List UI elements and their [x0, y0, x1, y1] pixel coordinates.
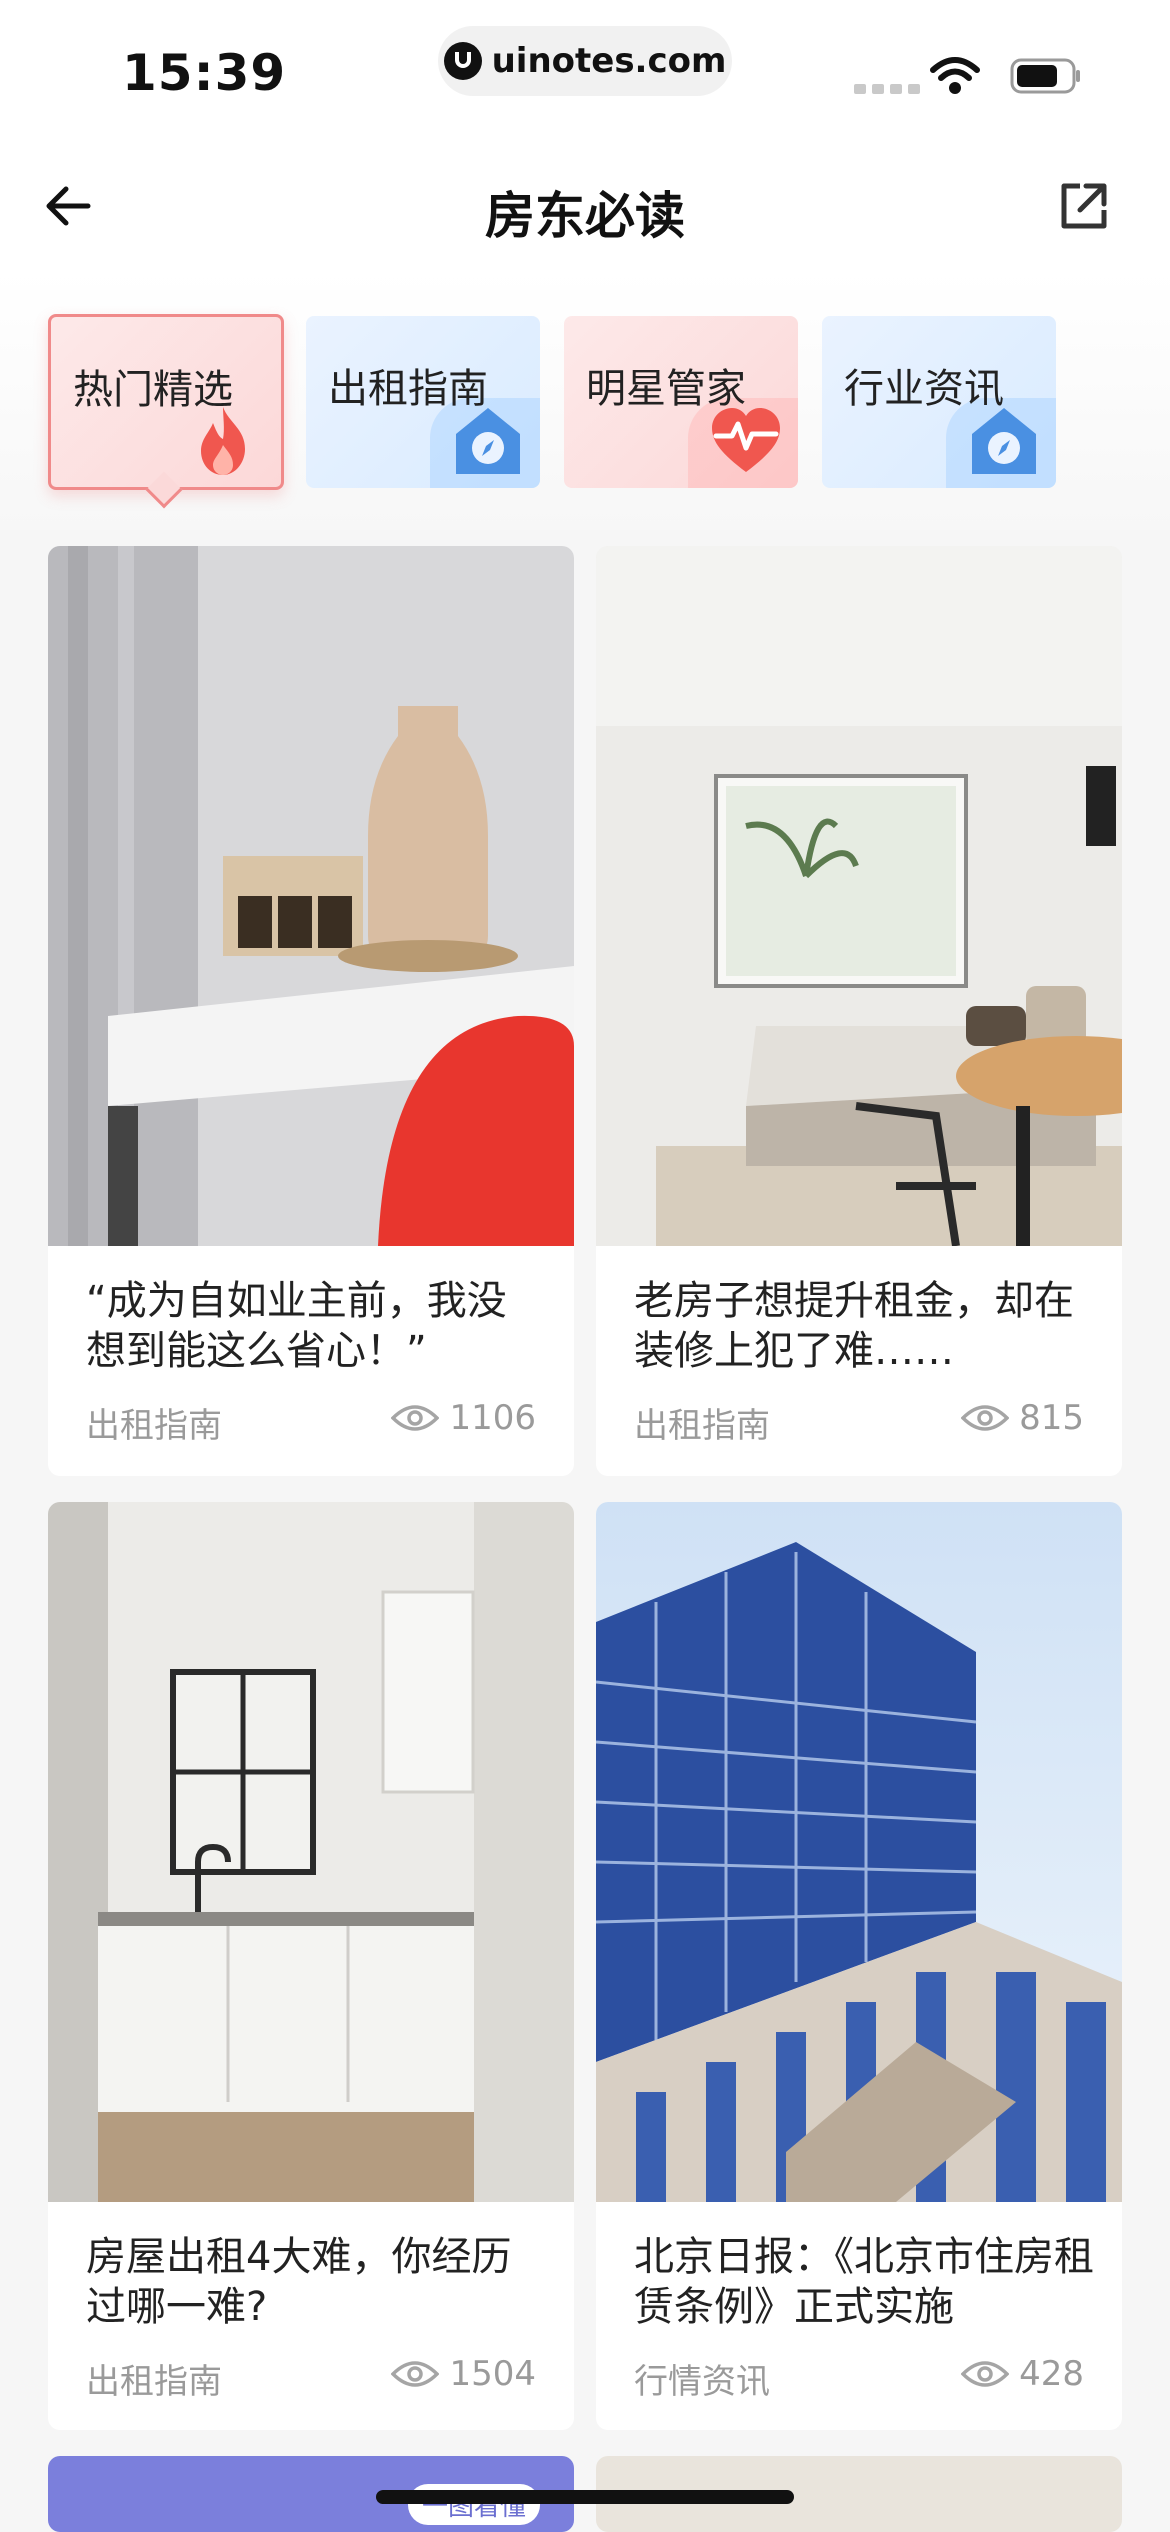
article-photo-building [596, 1502, 1122, 2202]
home-indicator [376, 2490, 794, 2504]
active-tab-pointer [145, 471, 183, 509]
eye-icon [961, 2361, 1010, 2387]
nav-bar: 房东必读 [0, 140, 1170, 270]
tab-industry-news[interactable]: 行业资讯 [822, 316, 1056, 488]
article-photo-kitchen [48, 1502, 574, 2202]
article-photo-interior [48, 546, 574, 1246]
eye-icon [961, 1405, 1010, 1431]
article-category: 出租指南 [86, 1406, 222, 1446]
wifi-icon [930, 57, 980, 94]
article-category: 出租指南 [634, 1406, 770, 1446]
view-count: 1504 [449, 2354, 536, 2394]
category-tabs: 热门精选 出租指南 明星管家 行业资讯 [0, 270, 1170, 530]
status-time: 15:39 [122, 44, 287, 102]
url-text: uinotes.com [491, 41, 727, 81]
article-photo-bedroom [596, 546, 1122, 1246]
article-category: 行情资讯 [634, 2362, 770, 2402]
url-pill[interactable]: uinotes.com [438, 26, 732, 96]
external-link-icon[interactable] [1056, 178, 1112, 234]
tab-hot-picks[interactable]: 热门精选 [48, 314, 284, 509]
article-views: 428 [961, 2354, 1084, 2394]
article-category: 出租指南 [86, 2362, 222, 2402]
article-title: “成为自如业主前，我没想到能这么省心！” [86, 1278, 507, 1374]
article-card[interactable]: 老房子想提升租金，却在装修上犯了难…… 出租指南 815 [596, 546, 1122, 1476]
battery-icon [1010, 58, 1080, 94]
view-count: 815 [1019, 1398, 1084, 1438]
view-count: 1106 [449, 1398, 536, 1438]
article-views: 1106 [391, 1398, 536, 1438]
article-views: 815 [961, 1398, 1084, 1438]
cellular-signal-icon [854, 84, 920, 94]
heart-pulse-icon [712, 408, 780, 472]
page-title: 房东必读 [485, 187, 685, 245]
site-logo-icon [443, 42, 482, 80]
article-views: 1504 [391, 2354, 536, 2394]
article-card[interactable]: “成为自如业主前，我没想到能这么省心！” 出租指南 1106 [48, 546, 574, 1476]
tab-star-steward[interactable]: 明星管家 [564, 316, 798, 488]
compass-house-icon [972, 408, 1036, 474]
compass-house-icon [456, 408, 520, 474]
article-title: 房屋出租4大难，你经历过哪一难? [86, 2234, 512, 2330]
article-card[interactable]: 北京日报：《北京市住房租赁条例》正式实施 行情资讯 428 [596, 1502, 1122, 2430]
article-title: 老房子想提升租金，却在装修上犯了难…… [634, 1278, 1074, 1374]
flame-icon [201, 407, 245, 475]
article-card[interactable]: 房屋出租4大难，你经历过哪一难? 出租指南 1504 [48, 1502, 574, 2430]
status-bar: 15:39 uinotes.com [0, 0, 1170, 140]
view-count: 428 [1019, 2354, 1084, 2394]
eye-icon [391, 1405, 440, 1431]
article-title: 北京日报：《北京市住房租赁条例》正式实施 [634, 2234, 1094, 2330]
eye-icon [391, 2361, 440, 2387]
tab-rental-guide[interactable]: 出租指南 [306, 316, 540, 488]
